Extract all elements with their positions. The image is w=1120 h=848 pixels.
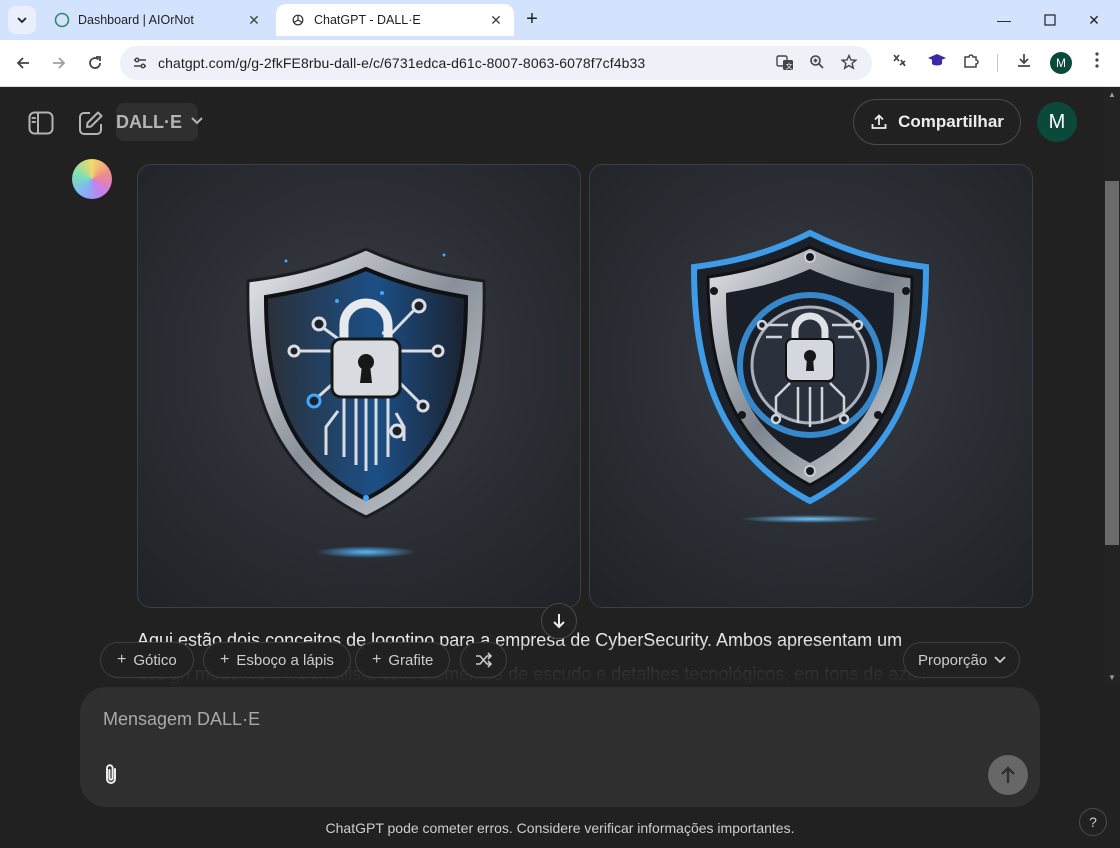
close-window-button[interactable]: ✕ — [1080, 8, 1108, 32]
openai-favicon-icon — [290, 12, 306, 28]
aiornot-favicon-icon — [54, 12, 70, 28]
downloads-icon[interactable] — [1013, 52, 1035, 74]
paperclip-icon — [106, 764, 116, 784]
shuffle-style-button[interactable] — [460, 642, 507, 678]
chip-label: Grafite — [388, 651, 434, 669]
chevron-down-icon — [17, 17, 27, 24]
browser-tab-bar: Dashboard | AIOrNot ✕ ChatGPT - DALL·E ✕… — [0, 0, 1120, 40]
help-button[interactable]: ? — [1079, 808, 1107, 836]
gpt-avatar — [72, 159, 112, 199]
tab-title: Dashboard | AIOrNot — [78, 13, 194, 27]
scrollbar-thumb[interactable] — [1105, 181, 1119, 545]
scroll-to-bottom-button[interactable] — [541, 603, 577, 639]
graduation-cap-extension-icon[interactable] — [926, 52, 948, 74]
chip-label: Esboço a lápis — [236, 651, 334, 669]
share-button[interactable]: Compartilhar — [853, 99, 1021, 145]
message-input[interactable]: Mensagem DALL·E — [103, 709, 260, 730]
generated-image-2[interactable] — [589, 164, 1033, 608]
translate-icon[interactable]: 文 — [776, 54, 794, 72]
close-tab-icon[interactable]: ✕ — [246, 12, 262, 28]
generated-image-1[interactable] — [137, 164, 581, 608]
arrow-down-icon — [553, 614, 565, 629]
arrow-left-icon — [16, 57, 29, 69]
tab-search-button[interactable] — [8, 6, 36, 34]
browser-toolbar: chatgpt.com/g/g-2fkFE8rbu-dall-e/c/6731e… — [0, 40, 1120, 112]
chevron-down-icon — [994, 656, 1006, 664]
browser-profile-avatar[interactable]: M — [1050, 52, 1072, 74]
style-chip-gotico[interactable]: + Gótico — [100, 642, 194, 678]
reload-button[interactable] — [82, 50, 108, 76]
tab-dashboard[interactable]: Dashboard | AIOrNot ✕ — [40, 4, 272, 36]
plus-icon: + — [372, 651, 382, 668]
model-name: DALL·E — [116, 111, 182, 132]
minimize-window-button[interactable]: — — [990, 8, 1018, 32]
close-tab-icon[interactable]: ✕ — [488, 12, 504, 28]
shield-lock-logo-1 — [246, 247, 486, 558]
maximize-window-button[interactable] — [1036, 8, 1064, 32]
tab-title: ChatGPT - DALL·E — [314, 13, 421, 27]
forward-button[interactable] — [46, 50, 72, 76]
extensions-puzzle-icon[interactable] — [960, 52, 982, 74]
page-scrollbar[interactable]: ▲ ▼ — [1104, 87, 1120, 687]
attach-file-button[interactable] — [100, 763, 124, 787]
edit-icon — [79, 111, 103, 135]
share-label: Compartilhar — [898, 112, 1004, 131]
toolbar-divider — [997, 54, 998, 72]
user-avatar[interactable]: M — [1037, 102, 1077, 142]
address-bar[interactable]: chatgpt.com/g/g-2fkFE8rbu-dall-e/c/6731e… — [120, 46, 872, 80]
disclaimer-text: ChatGPT pode cometer erros. Considere ve… — [325, 820, 795, 836]
shield-lock-logo-2 — [690, 229, 930, 523]
extension-tool-icon[interactable] — [888, 52, 910, 74]
sidebar-icon — [28, 111, 54, 135]
message-composer[interactable]: Mensagem DALL·E — [80, 687, 1040, 807]
tab-chatgpt[interactable]: ChatGPT - DALL·E ✕ — [276, 4, 514, 36]
chevron-down-icon — [190, 115, 204, 129]
scroll-down-arrow-icon[interactable]: ▼ — [1107, 673, 1117, 683]
plus-icon: + — [117, 651, 127, 668]
scroll-up-arrow-icon[interactable]: ▲ — [1107, 90, 1117, 100]
arrow-right-icon — [53, 57, 66, 69]
upload-icon — [870, 113, 888, 131]
svg-text:文: 文 — [786, 62, 793, 71]
new-chat-button[interactable] — [75, 107, 107, 139]
back-button[interactable] — [10, 50, 36, 76]
chatgpt-app: DALL·E Compartilhar M Aqui estão dois co… — [0, 87, 1120, 848]
bookmark-star-icon[interactable] — [840, 53, 858, 72]
browser-menu-icon[interactable] — [1086, 52, 1108, 74]
aspect-ratio-dropdown[interactable]: Proporção — [903, 642, 1021, 678]
chip-label: Gótico — [133, 651, 177, 669]
style-chip-grafite[interactable]: + Grafite — [355, 642, 451, 678]
shuffle-icon — [475, 652, 492, 668]
arrow-up-icon — [1001, 766, 1015, 783]
model-selector[interactable]: DALL·E — [116, 103, 203, 141]
send-button[interactable] — [988, 755, 1028, 795]
style-chip-esboco[interactable]: + Esboço a lápis — [203, 642, 351, 678]
plus-icon: + — [220, 651, 230, 668]
url-text[interactable]: chatgpt.com/g/g-2fkFE8rbu-dall-e/c/6731e… — [158, 55, 645, 71]
new-tab-button[interactable]: + — [520, 8, 544, 32]
aspect-label: Proporção — [918, 651, 988, 669]
zoom-icon[interactable] — [808, 54, 826, 72]
reload-icon — [89, 56, 101, 69]
site-settings-icon[interactable] — [132, 55, 148, 71]
toggle-sidebar-button[interactable] — [25, 107, 57, 139]
